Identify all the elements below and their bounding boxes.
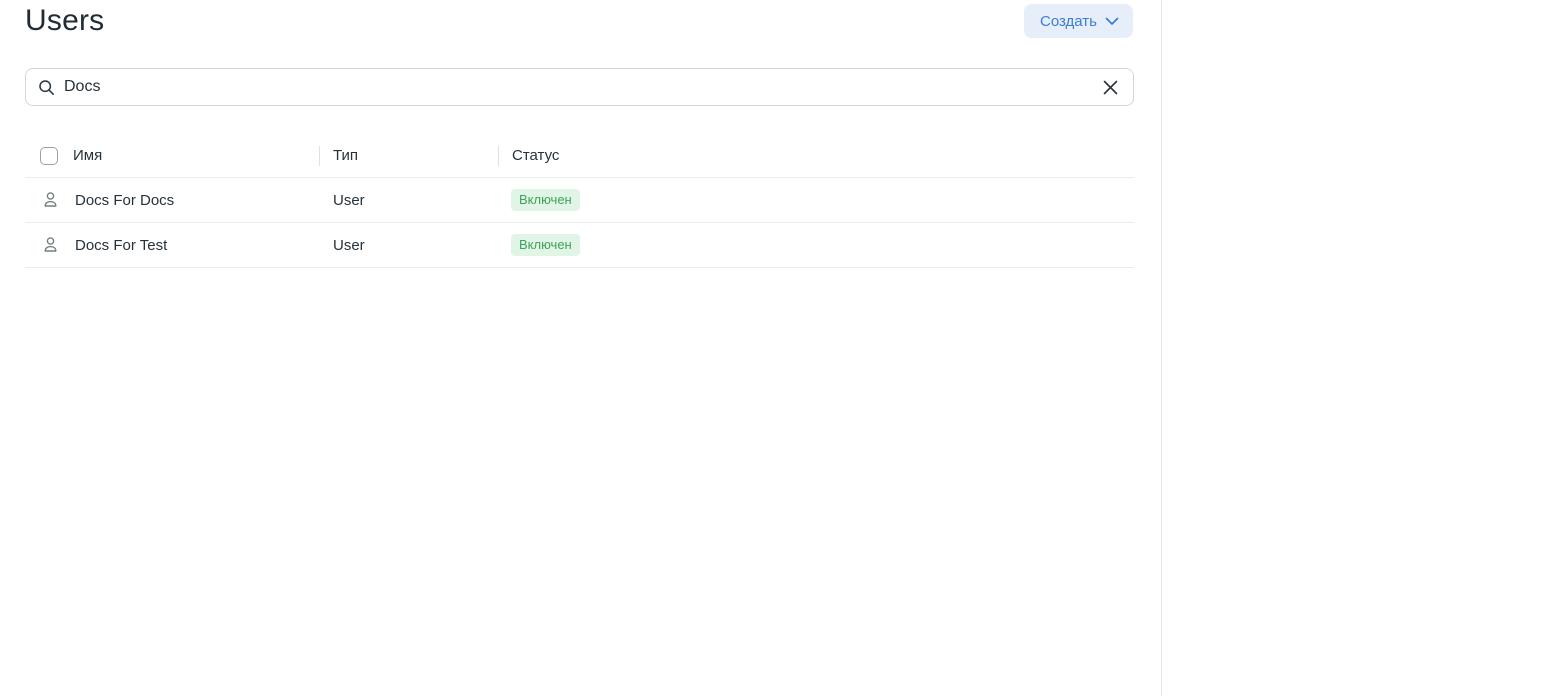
user-type: User	[319, 237, 498, 254]
user-icon	[42, 191, 60, 209]
table-row[interactable]: Docs For Test User Включен	[25, 223, 1134, 268]
column-divider	[498, 146, 499, 166]
chevron-down-icon	[1105, 17, 1119, 26]
users-table: Имя Тип Статус Docs For Docs User Включе…	[25, 134, 1134, 268]
name-cell: Docs For Docs	[25, 191, 319, 209]
name-cell: Docs For Test	[25, 236, 319, 254]
select-all-checkbox[interactable]	[40, 147, 58, 165]
column-header-label: Имя	[73, 147, 102, 164]
create-button[interactable]: Создать	[1024, 4, 1133, 38]
clear-search-button[interactable]	[1100, 77, 1121, 98]
table-row[interactable]: Docs For Docs User Включен	[25, 178, 1134, 223]
header-cell-type: Тип	[319, 147, 498, 164]
page-header: Users Создать	[25, 0, 1134, 44]
main-content: Users Создать Имя	[0, 0, 1161, 696]
search-input[interactable]	[64, 78, 1100, 96]
create-button-label: Создать	[1040, 13, 1097, 30]
user-icon	[42, 236, 60, 254]
user-name: Docs For Test	[75, 237, 167, 254]
header-cell-name: Имя	[25, 147, 319, 165]
status-badge: Включен	[511, 189, 580, 211]
search-box	[25, 68, 1134, 106]
right-panel	[1162, 0, 1548, 696]
status-cell: Включен	[498, 189, 1134, 211]
table-header-row: Имя Тип Статус	[25, 134, 1134, 178]
user-type: User	[319, 192, 498, 209]
header-cell-status: Статус	[498, 147, 1134, 164]
search-icon	[38, 79, 55, 96]
user-name: Docs For Docs	[75, 192, 174, 209]
column-divider	[319, 146, 320, 166]
status-cell: Включен	[498, 234, 1134, 256]
status-badge: Включен	[511, 234, 580, 256]
page-title: Users	[25, 0, 104, 42]
